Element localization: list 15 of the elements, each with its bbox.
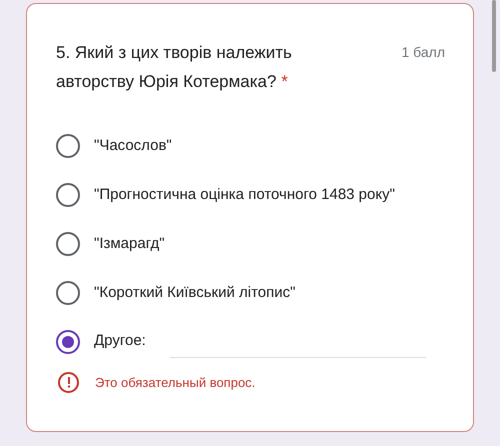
option-label: "Прогностична оцінка поточного 1483 року" — [94, 184, 396, 204]
radio-button[interactable] — [56, 280, 80, 304]
points-label: 1 балл — [402, 43, 445, 62]
option-label: "Ізмарагд" — [94, 234, 166, 254]
radio-button[interactable] — [56, 232, 80, 256]
radio-button[interactable] — [56, 330, 80, 354]
option-label: "Короткий Київський літопис" — [94, 282, 296, 302]
error-message: Это обязательный вопрос. — [95, 374, 256, 392]
scrollbar-thumb[interactable] — [492, 0, 496, 72]
radio-button[interactable] — [56, 134, 80, 158]
error-icon — [58, 372, 79, 393]
option-label: "Часослов" — [94, 136, 173, 156]
question-title: 5. Який з цих творів належить авторству Юрія Котермака? * — [56, 42, 293, 93]
radio-button[interactable] — [56, 182, 80, 206]
option-label: Другое: — [94, 331, 146, 352]
